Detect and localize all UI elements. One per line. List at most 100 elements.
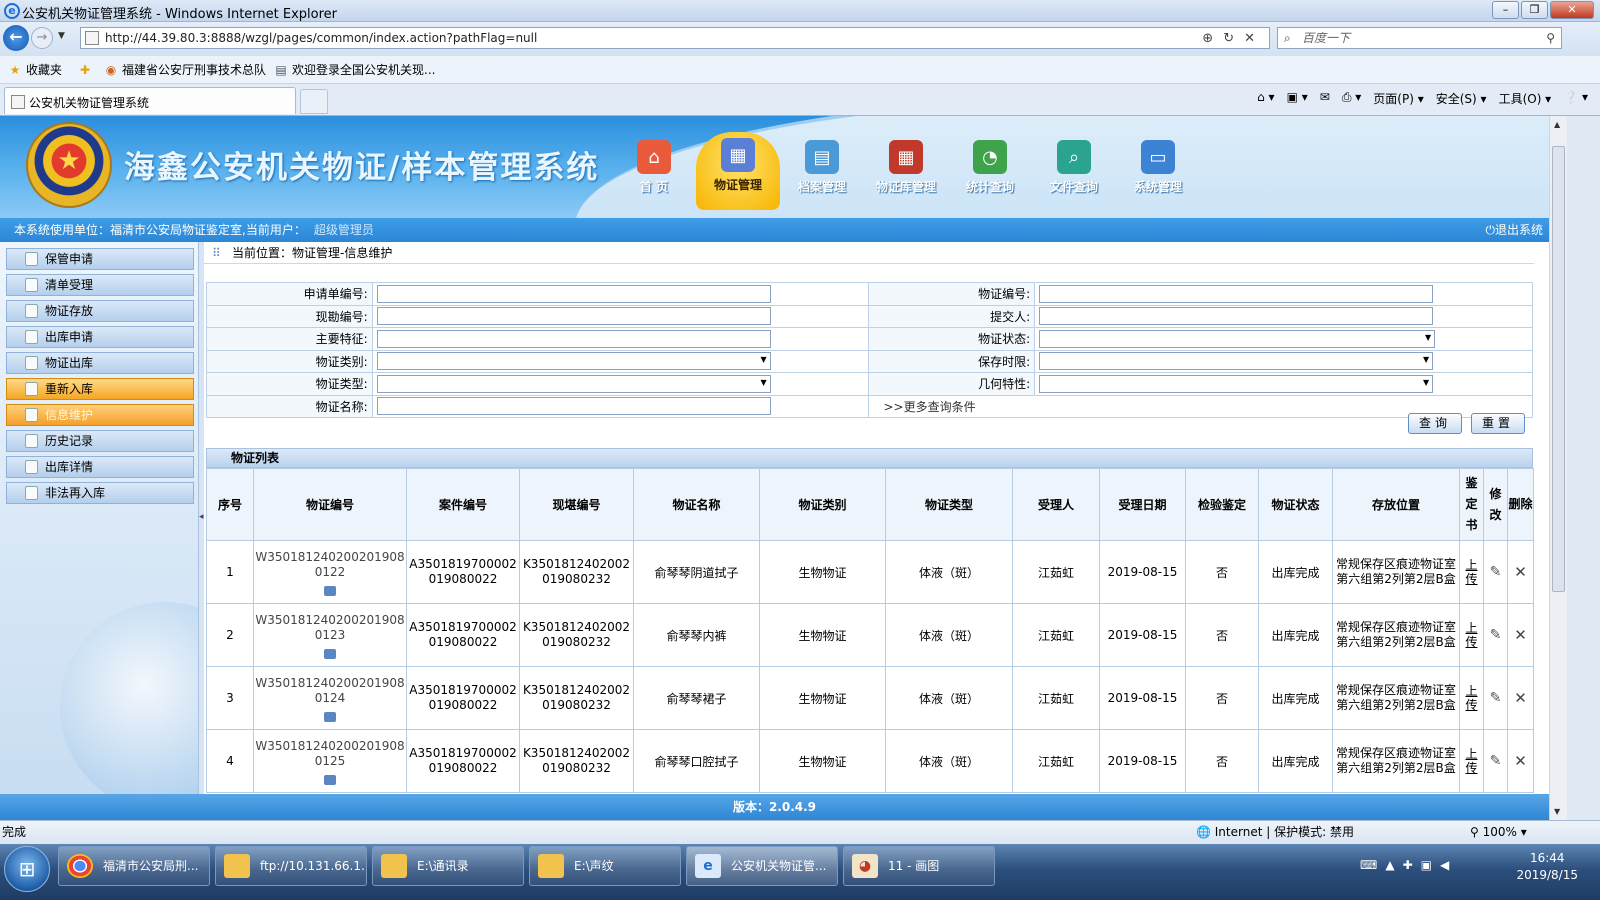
upload-link[interactable]: 上传 [1459, 729, 1484, 793]
nav-statistics[interactable]: ◔ 统计查询 [948, 134, 1032, 212]
favorite-link-2[interactable]: ▤ 欢迎登录全国公安机关现... [274, 61, 435, 78]
survey-no-input[interactable] [376, 307, 771, 326]
sidebar-item-checkout[interactable]: 物证出库 [6, 352, 194, 374]
taskbar-item-voiceprint-folder[interactable]: E:\声纹 [529, 846, 681, 886]
sidebar-item-out-detail[interactable]: 出库详情 [6, 456, 194, 478]
scroll-up-icon[interactable]: ▲ [1554, 120, 1560, 129]
collapse-arrow-icon[interactable]: ◂ [199, 512, 204, 522]
search-button[interactable]: 查询 [1408, 413, 1462, 434]
network-icon[interactable]: ▣ [1421, 858, 1440, 872]
new-tab-button[interactable] [300, 89, 328, 114]
maximize-icon[interactable]: ❐ [1521, 1, 1548, 19]
sidebar-item-illegal-restock[interactable]: 非法再入库 [6, 482, 194, 504]
delete-icon[interactable]: ✕ [1507, 729, 1534, 793]
nav-file-query[interactable]: ⌕ 文件查询 [1032, 134, 1116, 212]
taskbar-item-contacts-folder[interactable]: E:\通讯录 [372, 846, 524, 886]
search-provider-icon: ⌕ [1284, 31, 1291, 45]
upload-link[interactable]: 上传 [1459, 666, 1484, 730]
evidence-no-input[interactable] [1039, 284, 1434, 303]
delete-icon[interactable]: ✕ [1507, 666, 1534, 730]
favorites-button[interactable]: ★ 收藏夹 [8, 61, 62, 78]
breadcrumb: ⠿ 当前位置：物证管理-信息维护 [204, 242, 1534, 264]
image-icon[interactable] [324, 586, 336, 596]
tab-current[interactable]: 公安机关物证管理系统 [4, 87, 296, 114]
mail-icon[interactable]: ✉ [1320, 90, 1330, 107]
cell-inspect: 否 [1185, 540, 1259, 604]
geometry-select[interactable] [1039, 374, 1434, 393]
feature-input[interactable] [376, 329, 771, 348]
edit-icon[interactable]: ✎ [1483, 666, 1508, 730]
back-button[interactable]: ← [3, 25, 29, 51]
sidebar-item-custody-apply[interactable]: 保管申请 [6, 248, 194, 270]
menu-page[interactable]: 页面(P) ▾ [1373, 90, 1423, 107]
sidebar-item-restock[interactable]: 重新入库 [6, 378, 194, 400]
feeds-icon[interactable]: ▣ ▾ [1287, 90, 1308, 107]
volume-icon[interactable]: ◀ [1440, 858, 1457, 872]
history-dropdown-icon[interactable]: ▼ [58, 31, 65, 41]
retention-select[interactable] [1039, 352, 1434, 371]
search-icon[interactable]: ⚲ [1546, 28, 1555, 48]
refresh-icon[interactable]: ↻ [1223, 31, 1244, 46]
add-favorite-icon[interactable]: ✚ [78, 63, 96, 77]
zoom-control[interactable]: ⚲ 100% ▾ [1470, 821, 1527, 843]
keyboard-icon[interactable]: ⌨ [1360, 858, 1385, 872]
status-select[interactable] [1039, 329, 1436, 348]
image-icon[interactable] [324, 712, 336, 722]
security-icon[interactable]: ✚ [1403, 858, 1421, 872]
menu-safety[interactable]: 安全(S) ▾ [1436, 90, 1487, 107]
taskbar-item-ftp[interactable]: ftp://10.131.66.1... [215, 846, 367, 886]
nav-warehouse[interactable]: ▦ 物证库管理 [864, 134, 948, 212]
category-select[interactable] [376, 352, 771, 371]
delete-icon[interactable]: ✕ [1507, 540, 1534, 604]
edit-icon[interactable]: ✎ [1483, 540, 1508, 604]
edit-icon[interactable]: ✎ [1483, 729, 1508, 793]
sidebar-item-history[interactable]: 历史记录 [6, 430, 194, 452]
compat-icon[interactable]: ⊕ [1202, 31, 1223, 46]
submitter-input[interactable] [1039, 307, 1434, 326]
taskbar-item-chrome[interactable]: 福清市公安局刑... [58, 846, 210, 886]
stop-icon[interactable]: ✕ [1244, 31, 1265, 46]
minimize-icon[interactable]: – [1492, 1, 1519, 19]
search-input[interactable]: ⌕ 百度一下 ⚲ [1277, 27, 1562, 49]
print-icon[interactable]: ⎙ ▾ [1342, 90, 1361, 107]
nav-evidence-management[interactable]: ▦ 物证管理 [696, 132, 780, 210]
table-row[interactable]: 3 W3501812402002019080124 A3501819700002… [206, 666, 1534, 730]
nav-home[interactable]: ⌂ 首 页 [612, 134, 696, 212]
close-icon[interactable]: ✕ [1550, 1, 1594, 19]
nav-system[interactable]: ▭ 系统管理 [1116, 134, 1200, 212]
image-icon[interactable] [324, 775, 336, 785]
doc-icon [25, 304, 38, 318]
taskbar-item-paint[interactable]: ◕ 11 - 画图 [843, 846, 995, 886]
image-icon[interactable] [324, 649, 336, 659]
upload-link[interactable]: 上传 [1459, 603, 1484, 667]
nav-archive[interactable]: ▤ 档案管理 [780, 134, 864, 212]
delete-icon[interactable]: ✕ [1507, 603, 1534, 667]
sidebar-item-list-accept[interactable]: 清单受理 [6, 274, 194, 296]
reset-button[interactable]: 重置 [1471, 413, 1525, 434]
sidebar-item-out-apply[interactable]: 出库申请 [6, 326, 194, 348]
edit-icon[interactable]: ✎ [1483, 603, 1508, 667]
type-select[interactable] [376, 374, 771, 393]
scroll-down-icon[interactable]: ▼ [1554, 807, 1560, 816]
upload-link[interactable]: 上传 [1459, 540, 1484, 604]
power-icon: ⏻ [1485, 223, 1495, 237]
forward-button[interactable]: → [31, 27, 53, 49]
home-icon[interactable]: ⌂ ▾ [1257, 90, 1274, 107]
logout-link[interactable]: ⏻退出系统 [1485, 218, 1543, 242]
apply-no-input[interactable] [376, 284, 771, 303]
favorite-link-1[interactable]: ◉ 福建省公安厅刑事技术总队 [104, 61, 266, 78]
table-row[interactable]: 4 W3501812402002019080125 A3501819700002… [206, 729, 1534, 793]
sidebar-item-info-maintenance[interactable]: 信息维护 [6, 404, 194, 426]
page-scrollbar[interactable]: ▲ ▼ [1549, 116, 1567, 820]
address-input[interactable]: http://44.39.80.3:8888/wzgl/pages/common… [80, 27, 1270, 49]
scroll-thumb[interactable] [1552, 146, 1565, 592]
sidebar-item-storage[interactable]: 物证存放 [6, 300, 194, 322]
table-row[interactable]: 2 W3501812402002019080123 A3501819700002… [206, 603, 1534, 667]
menu-tools[interactable]: 工具(O) ▾ [1499, 90, 1552, 107]
show-hidden-icon[interactable]: ▲ [1385, 858, 1402, 872]
taskbar-item-ie[interactable]: e 公安机关物证管... [686, 846, 838, 886]
help-icon[interactable]: ❔ ▾ [1563, 90, 1588, 107]
clock[interactable]: 16:44 2019/8/15 [1516, 850, 1578, 884]
start-button[interactable]: ⊞ [4, 846, 50, 892]
table-row[interactable]: 1 W3501812402002019080122 A3501819700002… [206, 540, 1534, 604]
